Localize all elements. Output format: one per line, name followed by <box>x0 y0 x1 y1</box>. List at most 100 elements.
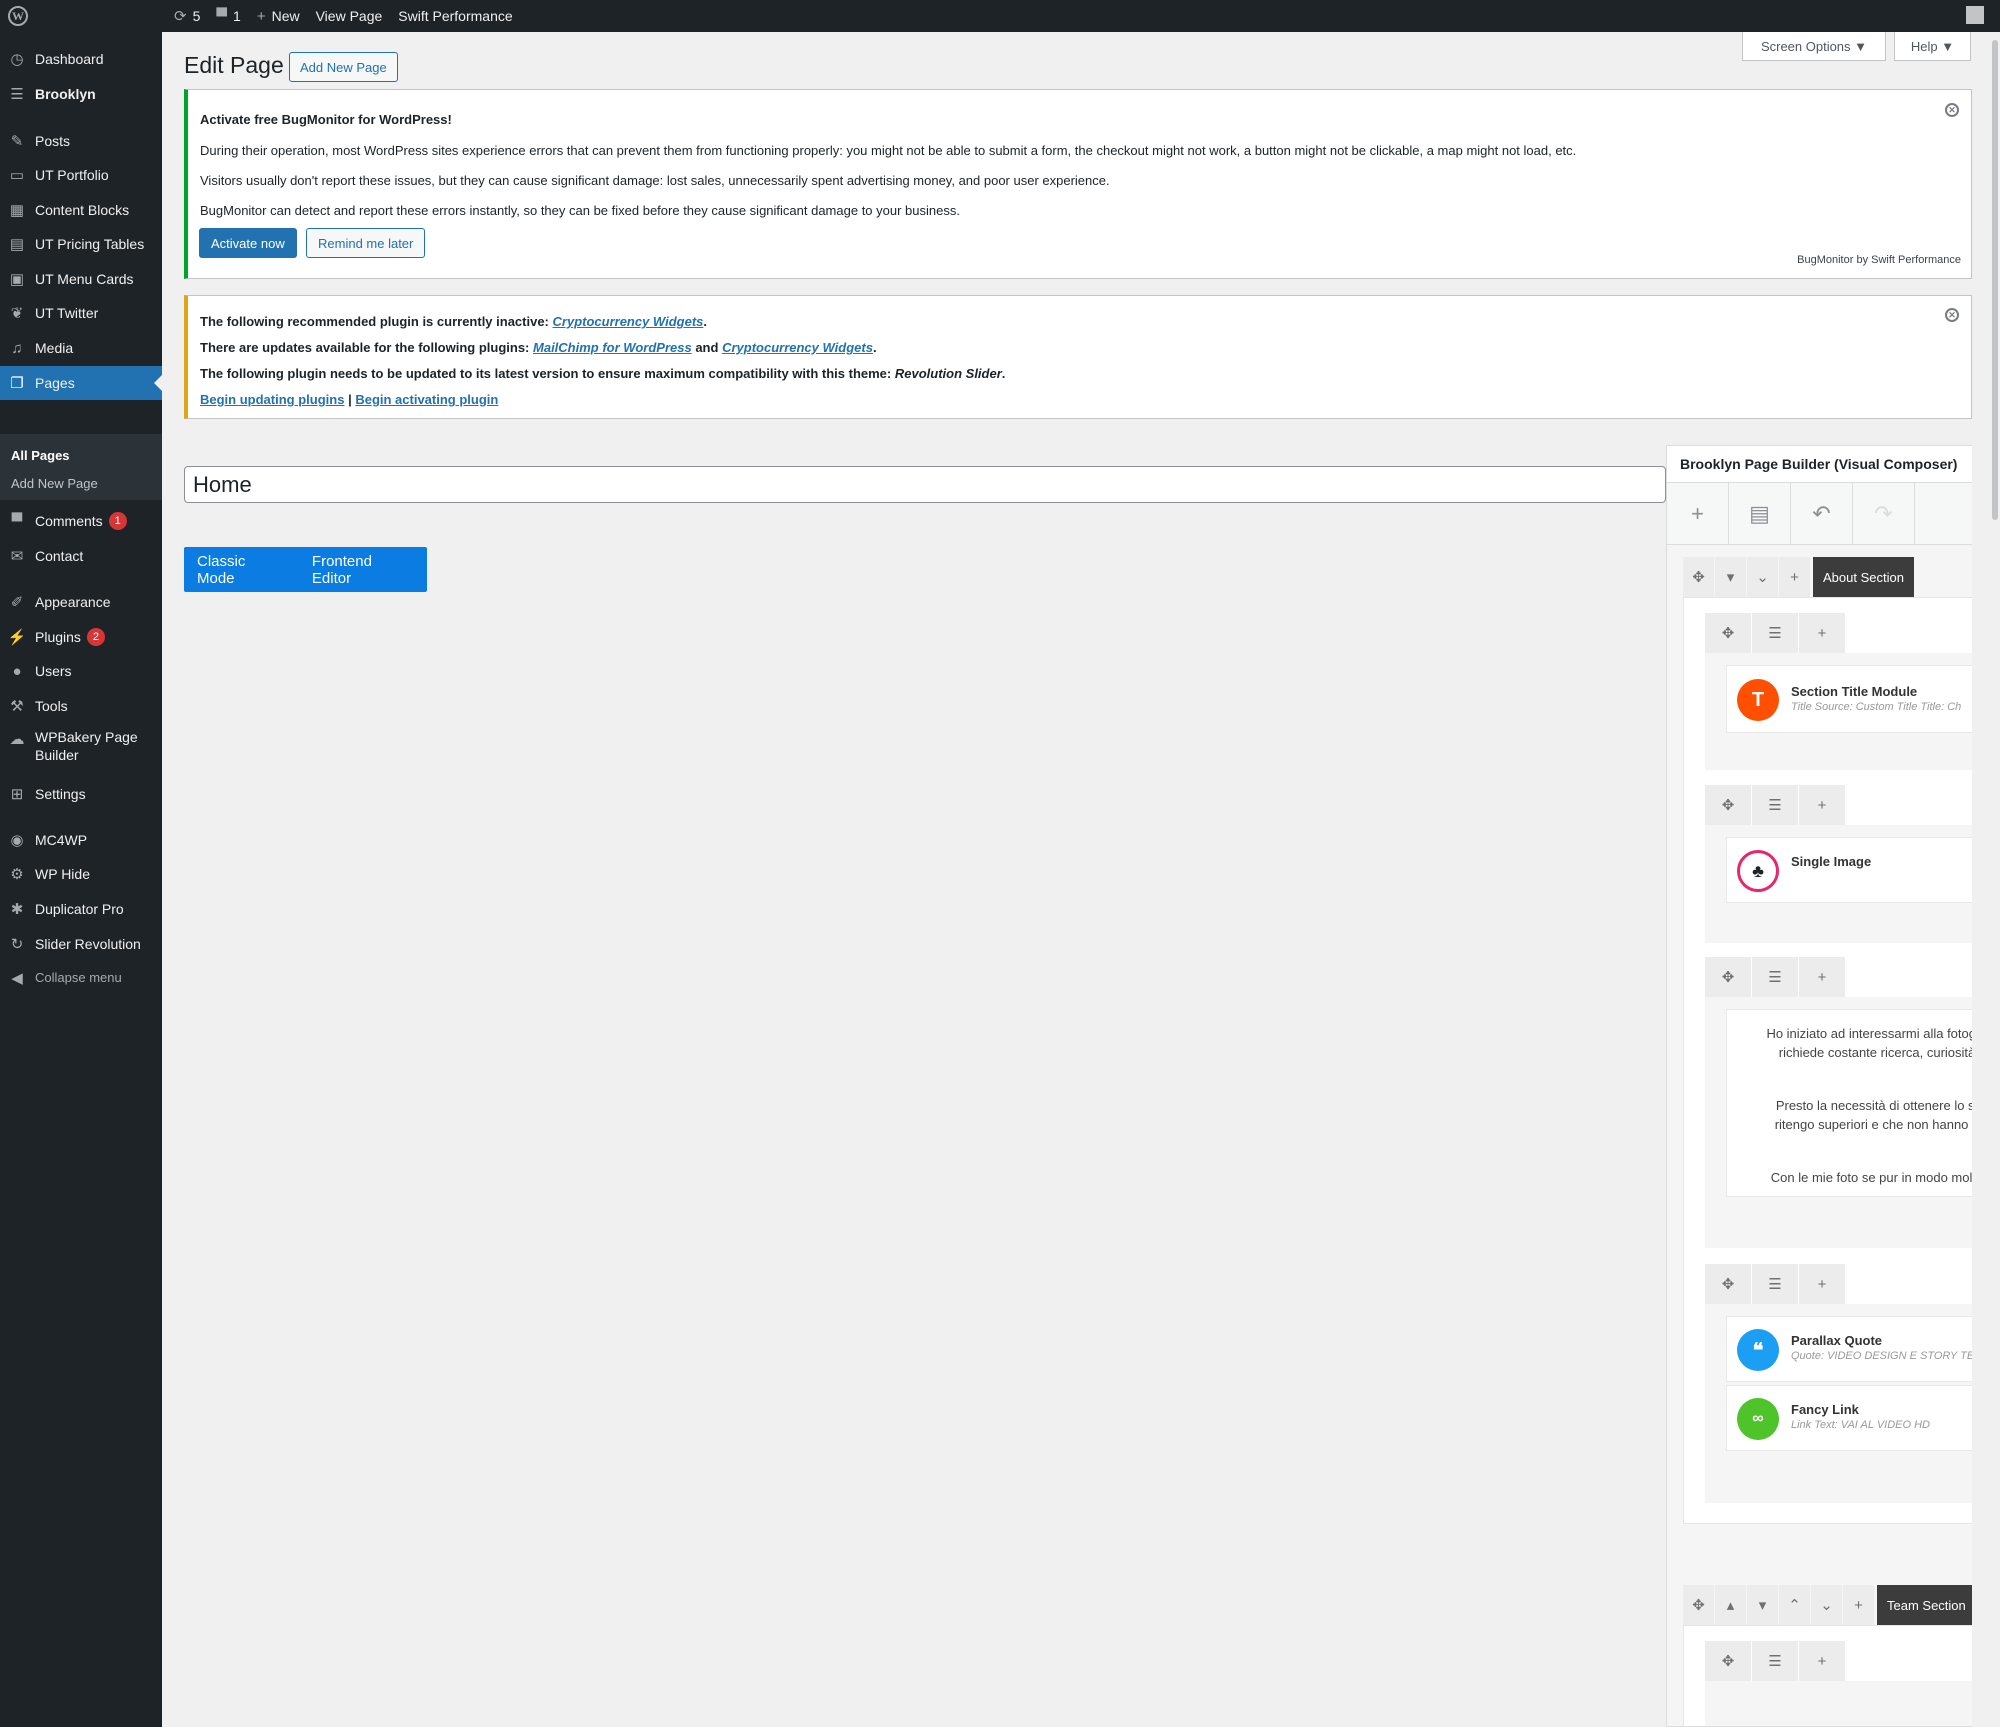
cryptocurrency-widgets-update-link[interactable]: Cryptocurrency Widgets <box>722 340 873 355</box>
swift-performance-menu[interactable]: Swift Performance <box>390 0 520 32</box>
menu-icon[interactable]: ☰ <box>1752 1264 1798 1304</box>
caret-down-icon[interactable]: ▾ <box>1715 557 1746 597</box>
sidebar-item-ut-menu-cards[interactable]: ▣ UT Menu Cards <box>0 262 162 296</box>
sidebar-item-dashboard[interactable]: ◷ Dashboard <box>0 42 162 76</box>
pin-icon: ✎ <box>10 133 24 150</box>
add-column-icon[interactable]: + <box>1779 557 1810 597</box>
move-icon[interactable]: ✥ <box>1705 785 1751 825</box>
caret-up-icon[interactable]: ▴ <box>1715 1585 1746 1625</box>
remind-later-button[interactable]: Remind me later <box>306 228 426 258</box>
help-button[interactable]: Help ▼ <box>1894 32 1971 61</box>
sidebar-item-duplicator-pro[interactable]: ✱ Duplicator Pro <box>0 892 162 926</box>
sidebar-item-ut-twitter[interactable]: ❦ UT Twitter <box>0 296 162 330</box>
sidebar-item-contact[interactable]: ✉ Contact <box>0 539 162 573</box>
sidebar-item-brooklyn[interactable]: ☰ Brooklyn <box>0 77 162 111</box>
comments-link[interactable]: ▀ 1 <box>208 0 248 32</box>
sidebar-item-appearance[interactable]: ✐ Appearance <box>0 585 162 619</box>
add-column-icon[interactable]: + <box>1843 1585 1874 1625</box>
cryptocurrency-widgets-link[interactable]: Cryptocurrency Widgets <box>553 314 704 329</box>
new-content-menu[interactable]: + New <box>249 0 308 32</box>
title-icon: T <box>1737 679 1779 721</box>
sidebar-item-plugins[interactable]: ⚡ Plugins 2 <box>0 620 162 654</box>
caret-down-icon[interactable]: ▾ <box>1747 1585 1778 1625</box>
collapse-icon[interactable]: ⌄ <box>1811 1585 1842 1625</box>
add-new-page-button[interactable]: Add New Page <box>289 52 398 82</box>
add-element-icon[interactable]: + <box>1799 613 1845 653</box>
classic-mode-button[interactable]: Classic Mode <box>184 553 299 587</box>
begin-updating-link[interactable]: Begin updating plugins <box>200 392 344 407</box>
notice-paragraph-3: BugMonitor can detect and report these e… <box>200 203 960 218</box>
screen-options-button[interactable]: Screen Options ▼ <box>1742 32 1886 61</box>
add-element-icon[interactable]: + <box>1799 785 1845 825</box>
collapse-menu-button[interactable]: ◀ Collapse menu <box>0 961 162 995</box>
wordpress-logo-menu[interactable]: W <box>0 0 36 32</box>
sidebar-item-comments[interactable]: ▀ Comments 1 <box>0 504 162 538</box>
sidebar-item-slider-revolution[interactable]: ↻ Slider Revolution <box>0 927 162 961</box>
duplicator-icon: ✱ <box>10 901 24 918</box>
sidebar-item-ut-portfolio[interactable]: ▭ UT Portfolio <box>0 158 162 192</box>
submenu-all-pages[interactable]: All Pages <box>11 448 70 463</box>
row-about-body: ✥ ☰ + T Section Title Module Title Sourc… <box>1683 597 1972 1524</box>
sidebar-item-media[interactable]: ♫ Media <box>0 331 162 365</box>
sidebar-item-pages[interactable]: ❐ Pages <box>0 366 162 400</box>
element-sub: Quote: VIDEO DESIGN E STORY TE <box>1791 1350 1972 1362</box>
menu-icon[interactable]: ☰ <box>1752 785 1798 825</box>
menu-icon[interactable]: ☰ <box>1752 957 1798 997</box>
begin-activating-link[interactable]: Begin activating plugin <box>355 392 498 407</box>
element-title: Parallax Quote <box>1791 1333 1883 1348</box>
scrollbar-thumb[interactable] <box>1992 40 1998 520</box>
pages-icon: ❐ <box>10 375 24 392</box>
move-icon[interactable]: ✥ <box>1705 1641 1751 1681</box>
move-icon[interactable]: ✥ <box>1705 1264 1751 1304</box>
element-section-title[interactable]: T Section Title Module Title Source: Cus… <box>1726 665 1972 733</box>
expand-icon[interactable]: ⌃ <box>1779 1585 1810 1625</box>
redo-icon[interactable]: ↷ <box>1853 483 1915 544</box>
move-icon[interactable]: ✥ <box>1683 1585 1714 1625</box>
column-controls: ✥ ☰ + <box>1705 613 1846 653</box>
element-title: Fancy Link <box>1791 1402 1859 1417</box>
add-element-icon[interactable]: + <box>1799 957 1845 997</box>
dismiss-icon[interactable]: ✕ <box>1945 103 1959 117</box>
text-line: richiede costante ricerca, curiosità <box>1778 1045 1972 1060</box>
frontend-editor-button[interactable]: Frontend Editor <box>299 553 427 587</box>
page-title-input[interactable]: Home <box>184 466 1666 503</box>
template-icon[interactable]: ▤ <box>1729 483 1791 544</box>
add-element-icon[interactable]: + <box>1799 1264 1845 1304</box>
avatar[interactable] <box>1966 6 1984 24</box>
row-name-team[interactable]: Team Section <box>1877 1585 1972 1625</box>
menu-icon[interactable]: ☰ <box>1752 613 1798 653</box>
caret-down-icon: ▼ <box>1941 38 1955 54</box>
element-text-block[interactable]: Ho iniziato ad interessarmi alla fotogra… <box>1726 1009 1972 1197</box>
move-icon[interactable]: ✥ <box>1683 557 1714 597</box>
dismiss-icon[interactable]: ✕ <box>1945 308 1959 322</box>
sidebar-item-users[interactable]: ● Users <box>0 654 162 688</box>
activate-now-button[interactable]: Activate now <box>199 228 297 258</box>
sidebar-item-wpbakery[interactable]: ☁ WPBakery Page Builder <box>0 724 162 768</box>
sidebar-item-tools[interactable]: ⚒ Tools <box>0 689 162 723</box>
sidebar-item-mc4wp[interactable]: ◉ MC4WP <box>0 823 162 857</box>
menu-icon[interactable]: ☰ <box>1752 1641 1798 1681</box>
notice-line-inactive: The following recommended plugin is curr… <box>200 314 707 329</box>
sidebar-item-wp-hide[interactable]: ⚙ WP Hide <box>0 857 162 891</box>
sidebar-item-posts[interactable]: ✎ Posts <box>0 124 162 158</box>
add-element-icon[interactable]: + <box>1667 483 1729 544</box>
undo-icon[interactable]: ↶ <box>1791 483 1853 544</box>
column-controls: ✥ ☰ + <box>1705 1264 1846 1304</box>
sidebar-item-settings[interactable]: ⊞ Settings <box>0 777 162 811</box>
view-page-link[interactable]: View Page <box>308 0 391 32</box>
submenu-add-new-page[interactable]: Add New Page <box>11 476 98 491</box>
move-icon[interactable]: ✥ <box>1705 957 1751 997</box>
add-element-icon[interactable]: + <box>1799 1641 1845 1681</box>
column-controls: ✥ ☰ + <box>1705 1641 1846 1681</box>
element-fancy-link[interactable]: ∞ Fancy Link Link Text: VAI AL VIDEO HD <box>1726 1385 1972 1451</box>
row-name-about[interactable]: About Section <box>1813 557 1914 597</box>
element-parallax-quote[interactable]: ❝ Parallax Quote Quote: VIDEO DESIGN E S… <box>1726 1316 1972 1382</box>
sidebar-item-ut-pricing-tables[interactable]: ▤ UT Pricing Tables <box>0 227 162 261</box>
mailchimp-link[interactable]: MailChimp for WordPress <box>533 340 692 355</box>
collapse-icon: ◀ <box>11 970 23 987</box>
sidebar-item-content-blocks[interactable]: ▦ Content Blocks <box>0 193 162 227</box>
collapse-icon[interactable]: ⌄ <box>1747 557 1778 597</box>
element-single-image[interactable]: ♣ Single Image <box>1726 837 1972 903</box>
updates-link[interactable]: ⟳ 5 <box>166 0 208 32</box>
move-icon[interactable]: ✥ <box>1705 613 1751 653</box>
